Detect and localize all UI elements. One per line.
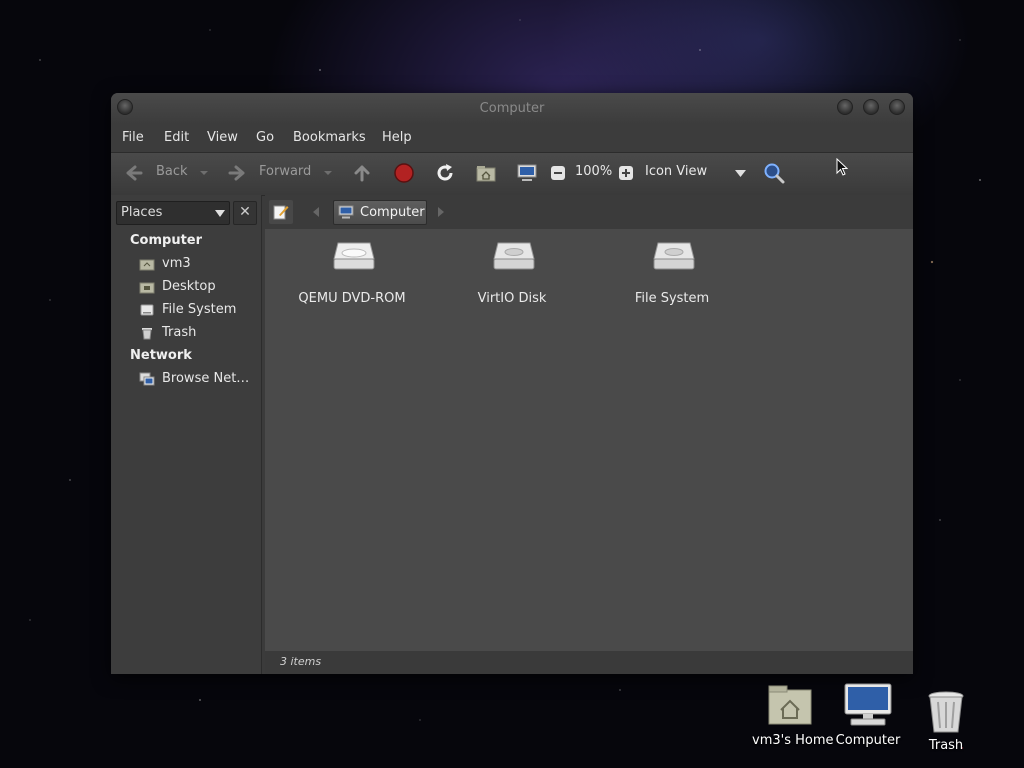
drive-icon bbox=[140, 304, 154, 316]
window-title: Computer bbox=[479, 101, 545, 116]
file-item-qemu-dvd-rom[interactable]: QEMU DVD-ROM bbox=[282, 239, 422, 319]
file-item-label: File System bbox=[634, 291, 710, 306]
path-button-label: Computer bbox=[360, 205, 425, 220]
forward-label: Forward bbox=[259, 164, 312, 179]
title-bar[interactable]: Computer bbox=[111, 93, 913, 124]
minus-icon bbox=[554, 172, 562, 174]
menu-go[interactable]: Go bbox=[256, 130, 274, 145]
computer-icon bbox=[844, 683, 892, 726]
optical-drive-icon bbox=[333, 242, 375, 270]
zoom-level: 100% bbox=[575, 164, 613, 179]
places-dropdown-label: Places bbox=[121, 205, 163, 220]
close-icon: ✕ bbox=[239, 204, 251, 220]
view-mode-dropdown[interactable]: Icon View bbox=[641, 153, 751, 194]
sidebar-item-label: vm3 bbox=[162, 256, 191, 271]
desktop-folder-icon bbox=[139, 282, 155, 294]
home-folder-icon[interactable] bbox=[475, 162, 497, 184]
desktop-icon-label: Trash bbox=[928, 738, 964, 753]
forward-button[interactable]: Forward bbox=[223, 153, 338, 194]
desktop-icon-label: Computer bbox=[835, 733, 901, 748]
desktop-icon-label: vm3's Home bbox=[752, 733, 834, 748]
status-text: 3 items bbox=[280, 655, 322, 668]
chevron-down-icon bbox=[215, 210, 225, 217]
location-entry-toggle-button[interactable] bbox=[269, 200, 293, 224]
close-window-button[interactable] bbox=[889, 99, 905, 115]
file-icon-view: QEMU DVD-ROM VirtIO Disk File System bbox=[265, 229, 913, 651]
desktop-icon-trash[interactable]: Trash bbox=[920, 690, 972, 756]
close-sidebar-button[interactable]: ✕ bbox=[233, 201, 257, 225]
trash-icon bbox=[928, 691, 964, 733]
hard-disk-icon bbox=[653, 242, 695, 270]
menu-help[interactable]: Help bbox=[382, 130, 412, 145]
home-folder-icon bbox=[139, 259, 155, 271]
maximize-button[interactable] bbox=[863, 99, 879, 115]
reload-icon[interactable] bbox=[434, 162, 456, 184]
trash-icon bbox=[142, 328, 152, 340]
minimize-button[interactable] bbox=[837, 99, 853, 115]
sidebar-item-label: File System bbox=[162, 302, 237, 317]
mouse-pointer-icon bbox=[836, 158, 848, 176]
sidebar-item-label: Browse Net… bbox=[162, 371, 250, 386]
path-right-arrow-icon[interactable] bbox=[438, 207, 444, 217]
desktop-icon-home[interactable]: vm3's Home bbox=[752, 684, 834, 754]
back-button[interactable]: Back bbox=[119, 153, 214, 194]
sidebar-heading-network: Network bbox=[130, 348, 192, 363]
content-pane: Computer QEMU DVD-ROM VirtIO Disk File S… bbox=[265, 195, 913, 674]
zoom-in-button[interactable] bbox=[619, 166, 633, 180]
edit-location-icon bbox=[273, 205, 289, 220]
stop-icon[interactable] bbox=[393, 162, 415, 184]
path-button-computer[interactable]: Computer bbox=[333, 200, 427, 225]
path-bar: Computer bbox=[265, 195, 913, 229]
back-label: Back bbox=[156, 164, 188, 179]
view-mode-label: Icon View bbox=[645, 164, 708, 179]
menu-edit[interactable]: Edit bbox=[164, 130, 189, 145]
back-history-dropdown-icon[interactable] bbox=[199, 169, 209, 177]
up-arrow-icon[interactable] bbox=[351, 162, 373, 184]
zoom-out-button[interactable] bbox=[551, 166, 565, 180]
sidebar: Places ✕ Computer vm3 Desktop File Syste… bbox=[111, 195, 262, 674]
status-bar: 3 items bbox=[265, 651, 913, 674]
path-left-arrow-icon[interactable] bbox=[313, 207, 319, 217]
menu-bookmarks[interactable]: Bookmarks bbox=[293, 130, 366, 145]
computer-icon[interactable] bbox=[516, 162, 538, 184]
window-menu-button[interactable] bbox=[117, 99, 133, 115]
places-dropdown[interactable]: Places bbox=[116, 201, 230, 225]
sidebar-heading-computer: Computer bbox=[130, 233, 203, 248]
toolbar: Back Forward 100% Icon View bbox=[111, 152, 913, 196]
file-item-label: VirtIO Disk bbox=[477, 291, 547, 306]
search-icon[interactable] bbox=[763, 162, 785, 184]
network-icon bbox=[139, 372, 155, 386]
file-manager-window: Computer File Edit View Go Bookmarks Hel… bbox=[111, 93, 913, 674]
forward-history-dropdown-icon[interactable] bbox=[323, 169, 333, 177]
computer-icon bbox=[338, 205, 354, 219]
menu-file[interactable]: File bbox=[122, 130, 144, 145]
sidebar-item-label: Desktop bbox=[162, 279, 216, 294]
home-folder-icon bbox=[768, 685, 812, 725]
file-item-file-system[interactable]: File System bbox=[602, 239, 742, 319]
menu-bar: File Edit View Go Bookmarks Help bbox=[111, 124, 913, 152]
back-arrow-icon bbox=[126, 165, 143, 181]
sidebar-item-label: Trash bbox=[162, 325, 197, 340]
file-item-virtio-disk[interactable]: VirtIO Disk bbox=[442, 239, 582, 319]
file-item-label: QEMU DVD-ROM bbox=[298, 291, 406, 306]
forward-arrow-icon bbox=[228, 165, 245, 181]
chevron-down-icon bbox=[735, 170, 746, 177]
menu-view[interactable]: View bbox=[207, 130, 238, 145]
hard-disk-icon bbox=[493, 242, 535, 270]
desktop-icon-computer[interactable]: Computer bbox=[835, 682, 901, 754]
